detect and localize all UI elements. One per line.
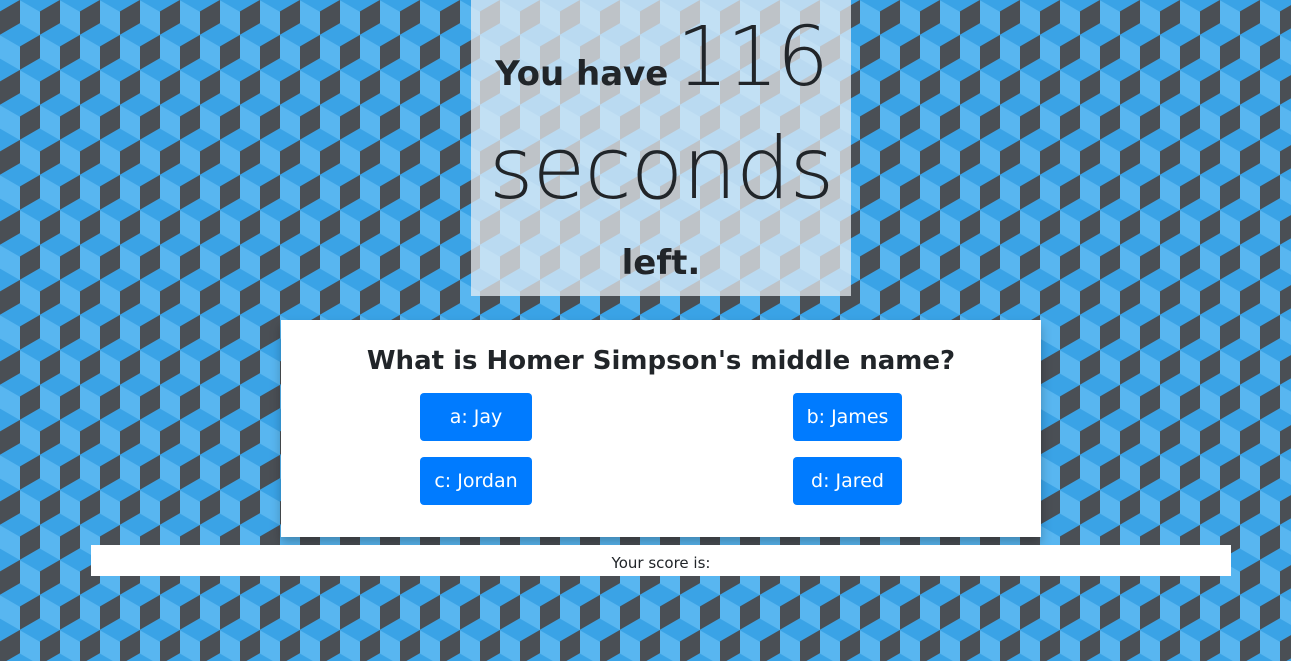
- question-card: What is Homer Simpson's middle name? a: …: [281, 320, 1041, 537]
- timer-seconds-count: 116: [676, 10, 829, 105]
- timer-line: You have116: [471, 10, 851, 105]
- timer-panel: You have116 seconds left.: [471, 0, 851, 296]
- score-bar: Your score is:: [91, 545, 1231, 576]
- timer-prefix: You have: [495, 54, 669, 94]
- answer-button-a[interactable]: a: Jay: [420, 393, 532, 441]
- timer-unit: seconds: [488, 119, 835, 219]
- answer-button-d[interactable]: d: Jared: [793, 457, 902, 505]
- answer-button-c[interactable]: c: Jordan: [420, 457, 532, 505]
- timer-suffix: left.: [621, 243, 701, 283]
- answer-button-b[interactable]: b: James: [793, 393, 902, 441]
- score-label: Your score is:: [611, 554, 711, 572]
- question-text: What is Homer Simpson's middle name?: [366, 346, 956, 376]
